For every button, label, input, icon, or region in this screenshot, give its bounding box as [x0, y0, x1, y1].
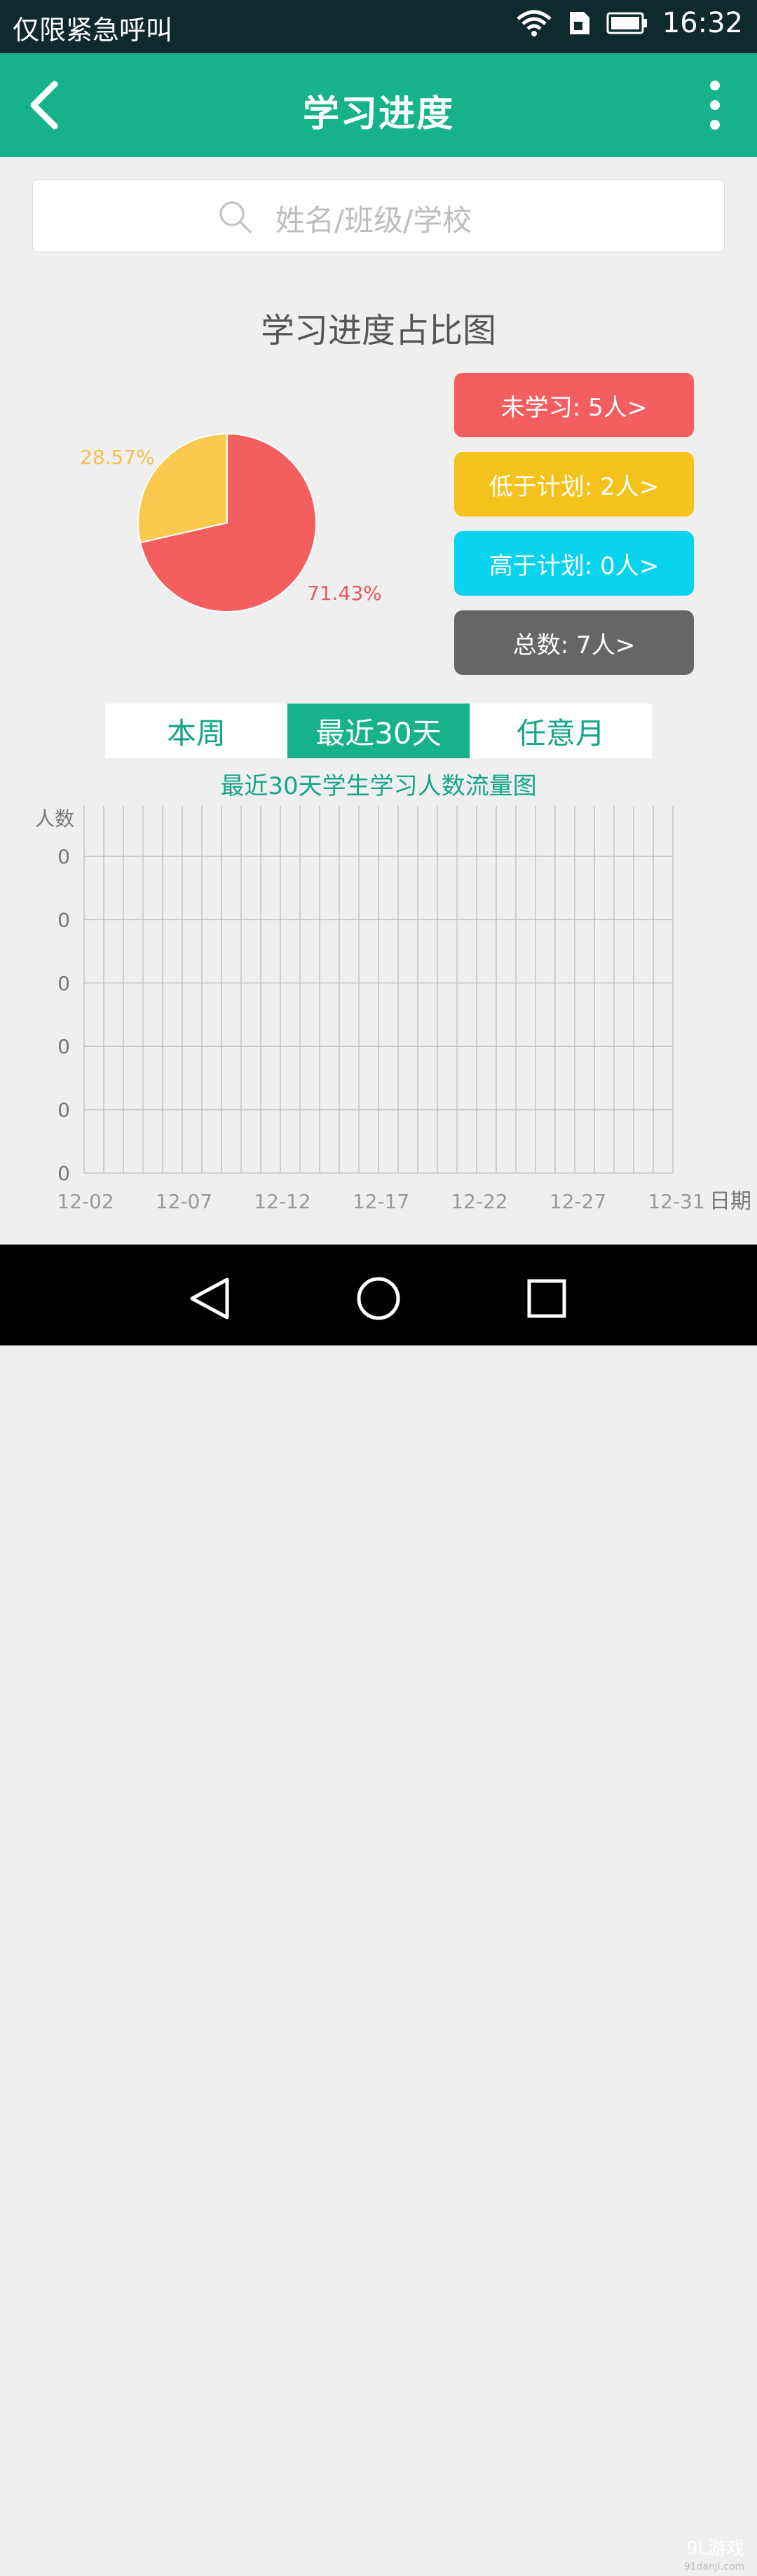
sim-card-icon	[569, 12, 589, 34]
x-tick-label: 12-07	[156, 1190, 212, 1213]
search-input[interactable]: 姓名/班级/学校	[32, 179, 725, 252]
status-icons: 16:32	[515, 7, 743, 39]
nav-recents-icon[interactable]	[522, 1274, 571, 1323]
x-tick-label: 12-02	[57, 1190, 114, 1213]
page-title: 学习进度	[302, 93, 454, 135]
pie-label-below-plan: 28.57%	[80, 446, 155, 469]
watermark: 9L游戏 91danji.com	[684, 2540, 744, 2576]
tab-this-week[interactable]: 本周	[105, 704, 287, 758]
x-tick-label: 12-27	[550, 1190, 606, 1213]
nav-back-icon[interactable]	[185, 1274, 234, 1323]
y-tick-label: 0	[57, 1162, 70, 1185]
y-tick-label: 0	[57, 972, 70, 995]
x-tick-label: 12-17	[353, 1190, 409, 1213]
pie-label-not-studied: 71.43%	[307, 582, 382, 605]
y-tick-label: 0	[57, 1035, 70, 1058]
above-plan-button[interactable]: 高于计划: 0人>	[454, 531, 694, 596]
y-tick-label: 0	[57, 845, 70, 868]
status-bar: 仅限紧急呼叫 16:32	[0, 0, 757, 53]
status-carrier-text: 仅限紧急呼叫	[13, 15, 173, 46]
status-time: 16:32	[662, 7, 743, 39]
search-icon	[219, 201, 252, 233]
tab-last-30-days[interactable]: 最近30天	[287, 704, 470, 758]
y-axis-label: 人数	[35, 807, 74, 830]
app-bar: 学习进度	[0, 53, 757, 157]
wifi-icon	[517, 10, 552, 36]
watermark-site: 91danji.com	[683, 2561, 744, 2572]
search-placeholder: 姓名/班级/学校	[275, 203, 472, 238]
x-axis-label: 日期	[709, 1189, 751, 1214]
progress-pie-chart	[137, 432, 317, 612]
below-plan-button[interactable]: 低于计划: 2人>	[454, 452, 694, 516]
period-tabs: 本周 最近30天 任意月	[105, 704, 652, 758]
not-studied-button[interactable]: 未学习: 5人>	[454, 373, 694, 437]
progress-chart-title: 学习进度占比图	[260, 311, 496, 350]
more-options-icon[interactable]	[701, 77, 729, 133]
total-button[interactable]: 总数: 7人>	[454, 610, 694, 675]
x-tick-label: 12-12	[254, 1190, 311, 1213]
learner-flow-chart: 0 0 0 0 0 0 人数 12-02 12-07 12-12 12-17 12-22 12-27 12…	[35, 806, 751, 1214]
nav-home-icon[interactable]	[354, 1274, 403, 1323]
watermark-brand: 9L游戏	[686, 2538, 744, 2559]
system-nav-bar: 9L游戏 91danji.com	[0, 1245, 757, 2572]
battery-icon	[606, 12, 647, 34]
y-tick-label: 0	[57, 908, 70, 931]
x-tick-label: 12-22	[451, 1190, 507, 1213]
tab-any-month[interactable]: 任意月	[470, 704, 652, 758]
y-tick-label: 0	[57, 1099, 70, 1122]
x-tick-label: 12-31	[648, 1190, 704, 1213]
